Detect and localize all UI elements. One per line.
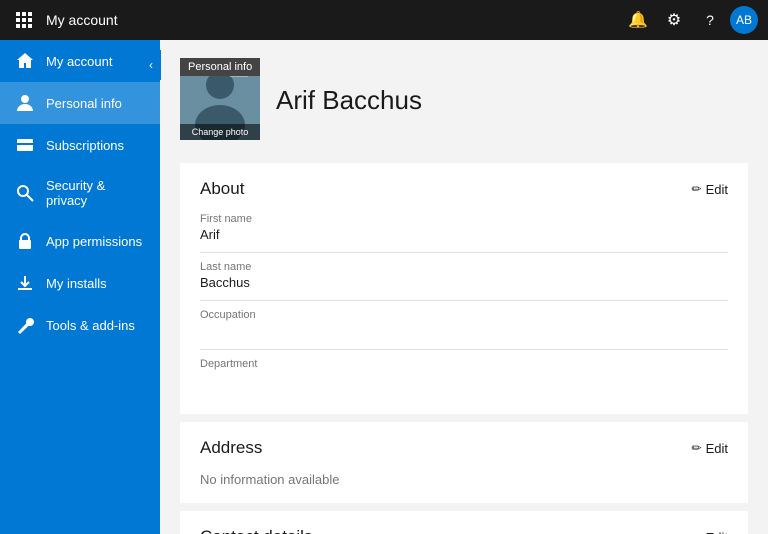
department-label: Department	[200, 358, 728, 370]
tooltip-badge: Personal info	[180, 58, 260, 76]
first-name-label: First name	[200, 213, 728, 225]
profile-name: Arif Bacchus	[276, 85, 422, 116]
occupation-label: Occupation	[200, 309, 728, 321]
card-icon	[16, 136, 34, 154]
field-occupation: Occupation	[200, 309, 728, 339]
sidebar-item-app-permissions[interactable]: App permissions	[0, 220, 160, 262]
address-section: Address ✏ Edit No information available	[180, 422, 748, 503]
address-edit-btn[interactable]: ✏ Edit	[692, 441, 728, 456]
profile-header: Change photo Personal info Arif Bacchus	[160, 40, 768, 155]
sidebar-item-label: My account	[46, 54, 112, 69]
bell-icon[interactable]: 🔔	[622, 4, 654, 36]
sidebar-item-label: My installs	[46, 276, 107, 291]
edit-label: Edit	[706, 530, 728, 534]
pencil-icon: ✏	[692, 182, 702, 196]
first-name-value: Arif	[200, 227, 728, 242]
sidebar-item-label: Tools & add-ins	[46, 318, 135, 333]
contact-title: Contact details	[200, 527, 312, 534]
about-title: About	[200, 179, 244, 199]
profile-photo-wrapper: Change photo Personal info	[180, 60, 260, 140]
lock-icon	[16, 232, 34, 250]
wrench-icon	[16, 316, 34, 334]
sidebar-item-my-account[interactable]: My account	[0, 40, 160, 82]
pencil-icon: ✏	[692, 441, 702, 455]
sidebar-item-label: Personal info	[46, 96, 122, 111]
search-icon	[16, 184, 34, 202]
help-icon[interactable]: ?	[694, 4, 726, 36]
sidebar-item-personal-info[interactable]: Personal info	[0, 82, 160, 124]
pencil-icon: ✏	[692, 530, 702, 534]
sidebar-item-label: Subscriptions	[46, 138, 124, 153]
no-info-text: No information available	[200, 472, 728, 487]
content-area: Change photo Personal info Arif Bacchus …	[160, 40, 768, 534]
address-title: Address	[200, 438, 262, 458]
download-icon	[16, 274, 34, 292]
settings-icon[interactable]: ⚙	[658, 4, 690, 36]
last-name-label: Last name	[200, 261, 728, 273]
occupation-value	[200, 323, 728, 339]
topbar: My account 🔔 ⚙ ? AB	[0, 0, 768, 40]
grid-icon[interactable]	[10, 6, 38, 34]
field-department: Department	[200, 358, 728, 388]
sidebar-collapse-btn[interactable]: ‹	[141, 50, 161, 80]
last-name-value: Bacchus	[200, 275, 728, 290]
sidebar-item-label: App permissions	[46, 234, 142, 249]
sidebar-item-security-privacy[interactable]: Security & privacy	[0, 166, 160, 220]
sidebar-item-subscriptions[interactable]: Subscriptions	[0, 124, 160, 166]
about-edit-btn[interactable]: ✏ Edit	[692, 182, 728, 197]
person-icon	[16, 94, 34, 112]
contact-section: Contact details ✏ Edit Email arif@onmsft…	[180, 511, 748, 534]
sidebar-item-my-installs[interactable]: My installs	[0, 262, 160, 304]
avatar[interactable]: AB	[730, 6, 758, 34]
department-value	[200, 372, 728, 388]
edit-label: Edit	[706, 182, 728, 197]
change-photo-btn[interactable]: Change photo	[180, 124, 260, 140]
sidebar: ‹ My account Personal info Subscriptions	[0, 40, 160, 534]
topbar-title: My account	[46, 12, 614, 28]
contact-edit-btn[interactable]: ✏ Edit	[692, 530, 728, 534]
about-section: About ✏ Edit First name Arif Last name B…	[180, 163, 748, 414]
field-last-name: Last name Bacchus	[200, 261, 728, 290]
contact-section-header: Contact details ✏ Edit	[200, 527, 728, 534]
topbar-icons: 🔔 ⚙ ? AB	[622, 4, 758, 36]
sidebar-item-label: Security & privacy	[46, 178, 144, 208]
address-section-header: Address ✏ Edit	[200, 438, 728, 458]
about-section-header: About ✏ Edit	[200, 179, 728, 199]
main-layout: ‹ My account Personal info Subscriptions	[0, 40, 768, 534]
home-icon	[16, 52, 34, 70]
edit-label: Edit	[706, 441, 728, 456]
field-first-name: First name Arif	[200, 213, 728, 242]
sidebar-item-tools-addins[interactable]: Tools & add-ins	[0, 304, 160, 346]
